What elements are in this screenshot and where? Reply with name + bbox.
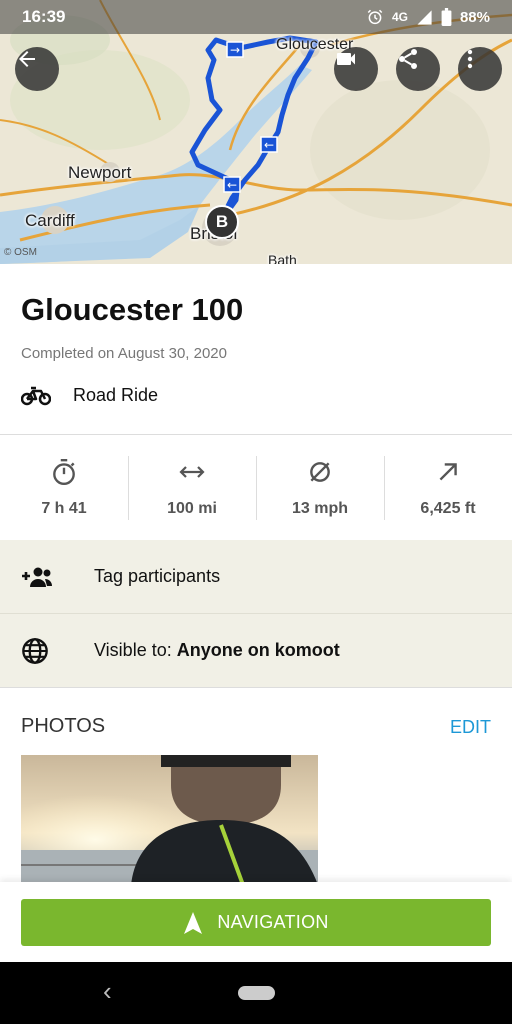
tour-photo[interactable] <box>21 755 318 885</box>
map-attribution: © OSM <box>4 247 37 258</box>
status-time: 16:39 <box>22 7 66 26</box>
svg-text:←: ← <box>264 138 274 152</box>
more-options-button[interactable] <box>458 47 502 91</box>
map-label-newport: Newport <box>68 163 132 182</box>
stat-value: 6,425 ft <box>420 500 476 517</box>
edit-photos-button[interactable]: EDIT <box>450 717 491 738</box>
photo-image <box>21 755 318 885</box>
distance-icon <box>179 466 205 478</box>
system-navigation-bar: ‹ <box>0 962 512 1024</box>
share-button[interactable] <box>396 47 440 91</box>
globe-icon <box>0 637 94 665</box>
route-arrow-icon: ← <box>260 136 278 153</box>
stat-distance: 100 mi <box>128 436 256 540</box>
svg-text:←: ← <box>227 178 237 192</box>
bottom-action-bar: NAVIGATION <box>0 882 512 962</box>
road-bike-icon <box>21 386 51 406</box>
system-home-pill[interactable] <box>238 986 275 1000</box>
divider <box>0 434 512 435</box>
visibility-row[interactable]: Visible to: Anyone on komoot <box>0 614 512 687</box>
map-label-bath: Bath <box>268 252 297 264</box>
stat-elevation: 6,425 ft <box>384 436 512 540</box>
route-map[interactable]: → ← ← Newport Cardiff Bristol Gloucester… <box>0 0 512 264</box>
route-arrow-icon: → <box>226 41 244 58</box>
tag-participants-label: Tag participants <box>94 566 221 586</box>
stat-value: 7 h 41 <box>41 500 87 517</box>
stat-average-speed: 13 mph <box>256 436 384 540</box>
status-bar: 16:39 4G 88% <box>0 0 512 34</box>
tour-title: Gloucester 100 <box>21 292 244 327</box>
network-type: 4G <box>391 10 408 24</box>
divider <box>0 687 512 688</box>
more-vertical-icon <box>467 49 473 69</box>
map-label-cardiff: Cardiff <box>25 211 75 230</box>
signal-icon <box>417 9 432 25</box>
sport-type: Road Ride <box>21 384 158 406</box>
stopwatch-icon <box>53 458 75 486</box>
average-speed-icon <box>310 462 330 482</box>
alarm-icon <box>367 9 383 25</box>
arrow-left-icon <box>19 51 35 67</box>
navigation-label: NAVIGATION <box>217 912 329 932</box>
battery-icon <box>441 8 452 26</box>
visibility-label: Visible to: <box>94 640 172 660</box>
svg-text:→: → <box>230 43 240 57</box>
completed-date: Completed on August 30, 2020 <box>21 345 227 362</box>
tour-stats: 7 h 41 100 mi 13 mph 6,425 ft <box>0 436 512 540</box>
sport-label: Road Ride <box>73 384 159 405</box>
map-background: → ← ← <box>0 0 512 264</box>
share-icon <box>399 49 417 69</box>
video-camera-icon <box>337 53 355 65</box>
tag-participants-row[interactable]: Tag participants <box>0 540 512 613</box>
elevation-up-icon <box>439 463 457 481</box>
system-back-icon[interactable]: ‹ <box>103 976 112 1007</box>
stat-duration: 7 h 41 <box>0 436 128 540</box>
route-arrow-icon: ← <box>223 176 241 193</box>
stat-value: 13 mph <box>291 500 348 517</box>
battery-level: 88% <box>459 8 490 26</box>
navigation-arrow-icon <box>184 911 203 934</box>
photos-heading: PHOTOS <box>21 715 106 737</box>
stat-value: 100 mi <box>167 500 217 517</box>
navigation-button[interactable]: NAVIGATION <box>21 899 491 946</box>
video-button[interactable] <box>334 47 378 91</box>
back-button[interactable] <box>15 47 59 91</box>
status-icons: 4G 88% <box>366 8 490 26</box>
visibility-value: Anyone on komoot <box>176 640 340 660</box>
add-people-icon <box>0 566 94 588</box>
route-end-marker: B <box>205 205 239 239</box>
